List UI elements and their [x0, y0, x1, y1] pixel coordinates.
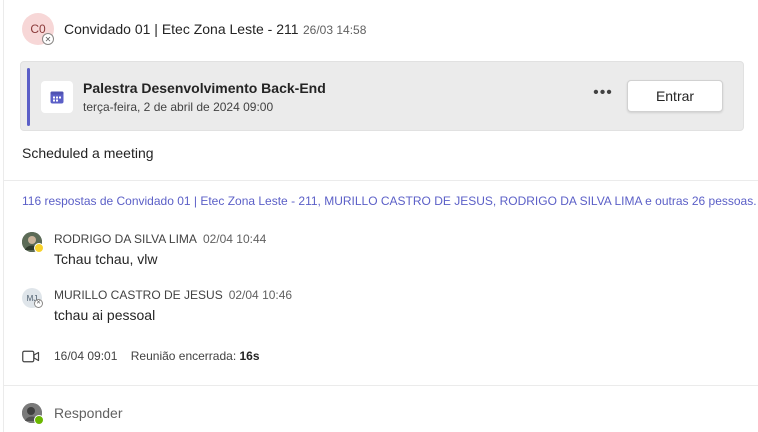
- presence-available-icon: [34, 415, 44, 425]
- card-accent-bar: [27, 68, 30, 126]
- presence-away-icon: [34, 243, 44, 253]
- divider: [4, 180, 758, 181]
- reply-button[interactable]: Responder: [54, 405, 123, 421]
- video-camera-icon: [22, 350, 40, 363]
- reply-author-name: MURILLO CASTRO DE JESUS: [54, 288, 223, 302]
- reply-author-name: RODRIGO DA SILVA LIMA: [54, 232, 197, 246]
- divider: [4, 385, 758, 386]
- reply-message: Tchau tchau, vlw: [54, 251, 158, 267]
- reply-timestamp: 02/04 10:44: [202, 232, 267, 246]
- meeting-date: terça-feira, 2 de abril de 2024 09:00: [83, 100, 274, 114]
- post-timestamp: 26/03 14:58: [303, 23, 367, 37]
- meeting-ended-time: 16/04 09:01: [54, 349, 118, 363]
- calendar-icon: [41, 81, 73, 113]
- reply-message: tchau ai pessoal: [54, 307, 156, 323]
- presence-offline-icon: ✕: [34, 299, 43, 308]
- meeting-title[interactable]: Palestra Desenvolvimento Back-End: [83, 80, 326, 96]
- reply-author[interactable]: RODRIGO DA SILVA LIMA 02/04 10:44: [54, 232, 266, 246]
- post-message: Scheduled a meeting: [22, 145, 154, 161]
- meeting-duration: 16s: [239, 349, 260, 363]
- meeting-ended-text: 16/04 09:01 Reunião encerrada: 16s: [54, 349, 260, 363]
- presence-unknown-icon: ✕: [42, 33, 54, 45]
- meeting-ended-label: Reunião encerrada:: [130, 349, 237, 363]
- author-name[interactable]: Convidado 01 | Etec Zona Leste - 211: [64, 21, 299, 37]
- replies-summary-link[interactable]: 116 respostas de Convidado 01 | Etec Zon…: [22, 194, 757, 208]
- join-meeting-button[interactable]: Entrar: [627, 80, 723, 112]
- reply-author[interactable]: MURILLO CASTRO DE JESUS 02/04 10:46: [54, 288, 292, 302]
- more-options-button[interactable]: •••: [592, 85, 614, 107]
- thread-border: [3, 0, 4, 432]
- meeting-card[interactable]: Palestra Desenvolvimento Back-End terça-…: [20, 61, 744, 131]
- reply-timestamp: 02/04 10:46: [228, 288, 293, 302]
- conversation-post: C0 ✕ Convidado 01 | Etec Zona Leste - 21…: [0, 0, 758, 432]
